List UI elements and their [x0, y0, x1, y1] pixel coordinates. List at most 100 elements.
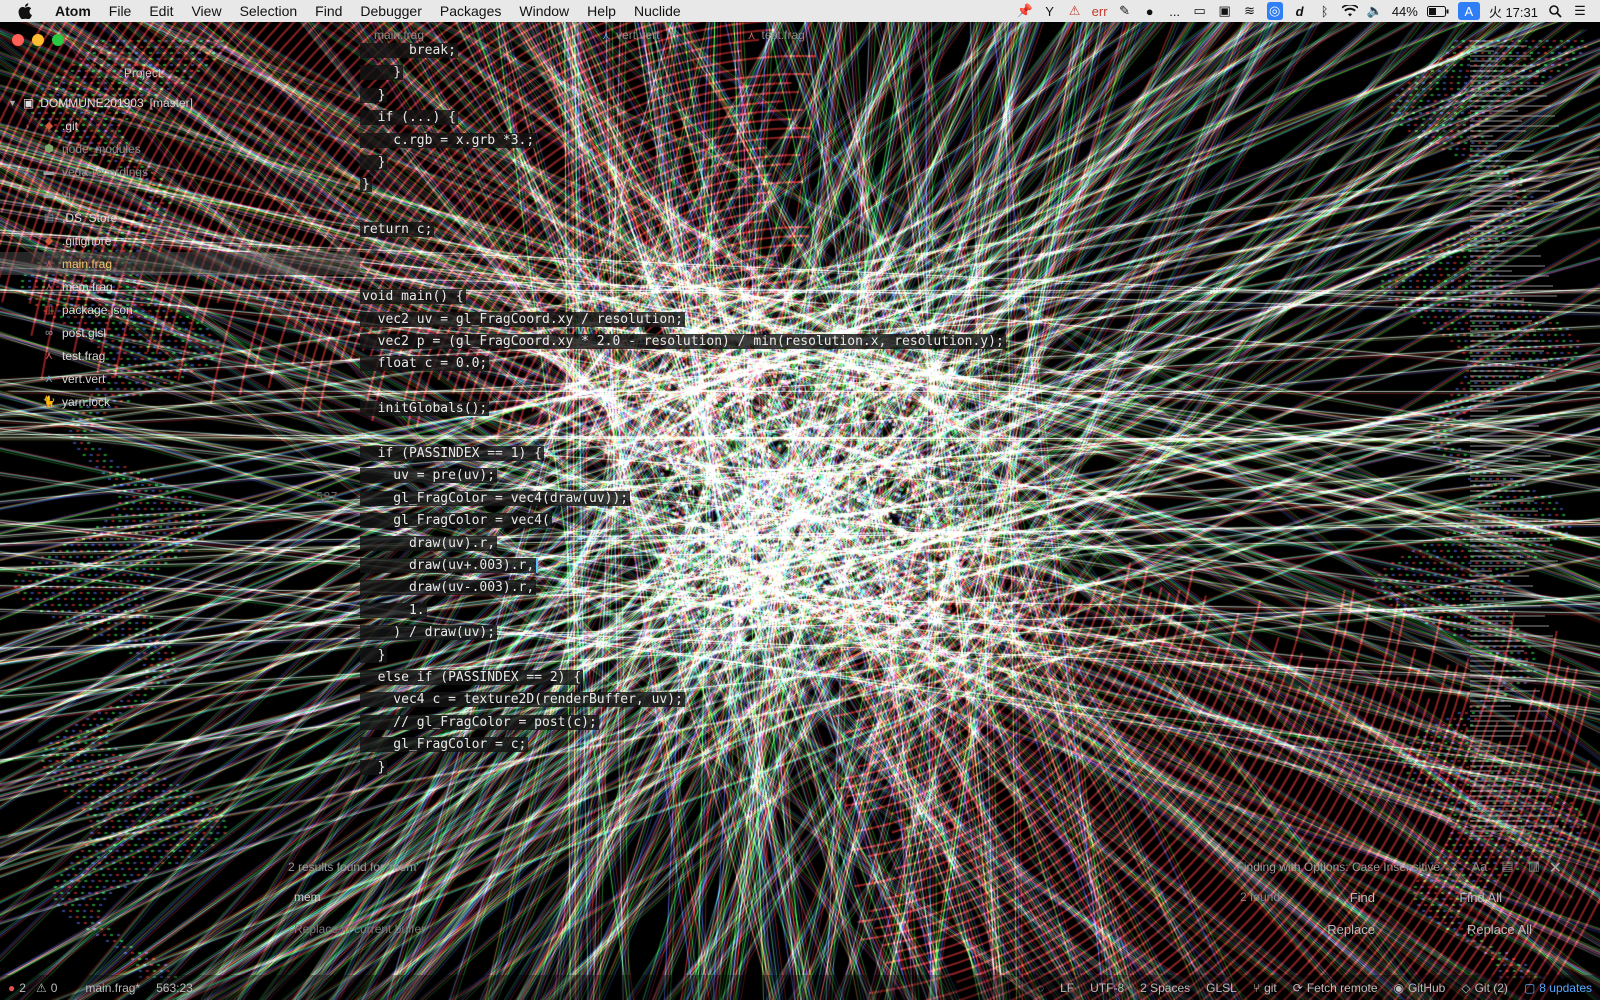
- code-line[interactable]: }: [360, 85, 1006, 107]
- code-line[interactable]: // gl_FragColor = post(c);: [360, 712, 1006, 734]
- battery-percent[interactable]: 44%: [1392, 2, 1418, 20]
- grammar-selector[interactable]: GLSL: [1198, 981, 1245, 995]
- close-find-panel-icon[interactable]: ✕: [1549, 858, 1562, 878]
- code-line[interactable]: }: [360, 645, 1006, 667]
- tree-item-mem-frag[interactable]: ⋏ mem.frag: [0, 275, 360, 298]
- github-tab-button[interactable]: ◉ GitHub: [1386, 981, 1454, 995]
- find-button[interactable]: Find: [1350, 890, 1375, 905]
- code-line[interactable]: uv = pre(uv);: [360, 465, 1006, 487]
- cursor-position[interactable]: 563:23: [148, 981, 201, 995]
- code-line[interactable]: return c;: [360, 219, 1006, 241]
- code-line[interactable]: vec2 uv = gl_FragCoord.xy / resolution;: [360, 309, 1006, 331]
- code-line[interactable]: }: [360, 62, 1006, 84]
- menu-find[interactable]: Find: [306, 0, 351, 22]
- tree-item-ds-store[interactable]: ▤ .DS_Store: [0, 206, 360, 229]
- encoding-selector[interactable]: UTF-8: [1082, 981, 1132, 995]
- git-branch-selector[interactable]: ⑂ git: [1245, 981, 1285, 995]
- replace-all-button[interactable]: Replace All: [1467, 922, 1532, 937]
- code-line[interactable]: gl_FragColor = vec4(draw(uv));: [360, 488, 1006, 510]
- code-line[interactable]: void main() {: [360, 286, 1006, 308]
- spotlight-search-icon[interactable]: [1547, 2, 1563, 20]
- whole-word-toggle-icon[interactable]: ▥: [1528, 858, 1540, 874]
- tree-item-main-frag[interactable]: ⋏ main.frag: [0, 252, 360, 275]
- code-editor[interactable]: break; } } if (...) { c.rgb = x.grb *3.;…: [360, 40, 1006, 779]
- menu-view[interactable]: View: [182, 0, 230, 22]
- indent-selector[interactable]: 2 Spaces: [1132, 981, 1198, 995]
- code-line[interactable]: }: [360, 152, 1006, 174]
- code-line[interactable]: c.rgb = x.grb *3.;: [360, 130, 1006, 152]
- y-status[interactable]: Y: [1042, 2, 1058, 20]
- windows-icon[interactable]: ▣: [1217, 2, 1233, 20]
- clock[interactable]: 火 17:31: [1489, 2, 1538, 20]
- chevron-right-icon[interactable]: ›: [26, 144, 36, 154]
- tree-item-vj[interactable]: › ▬ vj: [0, 183, 360, 206]
- menu-edit[interactable]: Edit: [140, 0, 182, 22]
- line-ending-selector[interactable]: LF: [1052, 981, 1082, 995]
- tree-item-test-frag[interactable]: ⋏ test.frag: [0, 344, 360, 367]
- tree-item-veda-recordings[interactable]: › ▬ veda-recordings: [0, 160, 360, 183]
- code-line[interactable]: draw(uv+.003).r,: [360, 555, 1006, 577]
- tree-item-package-json[interactable]: ▥ package.json: [0, 298, 360, 321]
- battery-icon[interactable]: [1426, 2, 1449, 20]
- wifi-icon[interactable]: [1341, 2, 1358, 20]
- regex-toggle-icon[interactable]: .*: [1449, 859, 1458, 874]
- code-line[interactable]: [360, 421, 1006, 443]
- code-line[interactable]: ) / draw(uv);: [360, 622, 1006, 644]
- dash-d-icon[interactable]: d: [1292, 2, 1308, 20]
- find-input[interactable]: mem: [294, 890, 321, 904]
- code-line[interactable]: draw(uv).r,: [360, 533, 1006, 555]
- record-icon[interactable]: ●: [1142, 2, 1158, 20]
- bluetooth-icon[interactable]: ᛒ: [1317, 2, 1333, 20]
- notification-center-icon[interactable]: ☰: [1572, 2, 1588, 20]
- code-line[interactable]: else if (PASSINDEX == 2) {: [360, 667, 1006, 689]
- code-line[interactable]: if (PASSINDEX == 1) {: [360, 443, 1006, 465]
- code-line[interactable]: draw(uv-.003).r,: [360, 577, 1006, 599]
- replace-input[interactable]: Replace in current buffer: [294, 922, 425, 936]
- code-line[interactable]: [360, 242, 1006, 264]
- browser-icon[interactable]: ◎: [1266, 2, 1283, 20]
- chevron-right-icon[interactable]: ›: [26, 121, 36, 131]
- code-line[interactable]: [360, 197, 1006, 219]
- maximize-window-button[interactable]: [52, 34, 64, 46]
- menu-window[interactable]: Window: [510, 0, 578, 22]
- apple-icon[interactable]: [16, 2, 34, 20]
- code-line[interactable]: float c = 0.0;: [360, 353, 1006, 375]
- code-line[interactable]: [360, 376, 1006, 398]
- replace-button[interactable]: Replace: [1327, 922, 1375, 937]
- code-line[interactable]: break;: [360, 40, 1006, 62]
- display-icon[interactable]: ▭: [1192, 2, 1208, 20]
- code-line[interactable]: initGlobals();: [360, 398, 1006, 420]
- chevron-right-icon[interactable]: ›: [26, 190, 36, 200]
- pen-icon[interactable]: ✎: [1117, 2, 1133, 20]
- current-file-name[interactable]: main.frag*: [77, 981, 148, 995]
- minimize-window-button[interactable]: [32, 34, 44, 46]
- warning-icon[interactable]: ⚠: [1067, 2, 1083, 20]
- code-line[interactable]: if (...) {: [360, 107, 1006, 129]
- code-line[interactable]: vec4 c = texture2D(renderBuffer, uv);: [360, 689, 1006, 711]
- case-sensitive-toggle-icon[interactable]: Aa: [1472, 859, 1488, 874]
- tree-item-vert-vert[interactable]: ⋏ vert.vert: [0, 367, 360, 390]
- chevron-right-icon[interactable]: ›: [26, 167, 36, 177]
- tree-item-git[interactable]: › ◆ .git: [0, 114, 360, 137]
- menu-help[interactable]: Help: [578, 0, 625, 22]
- more-status[interactable]: ...: [1167, 2, 1183, 20]
- code-line[interactable]: gl_FragColor = c;: [360, 734, 1006, 756]
- waves-icon[interactable]: ≋: [1242, 2, 1258, 20]
- code-line[interactable]: gl_FragColor = vec4(: [360, 510, 1006, 532]
- menu-app-atom[interactable]: Atom: [46, 0, 100, 22]
- selection-only-toggle-icon[interactable]: ▤: [1501, 858, 1513, 874]
- fetch-button[interactable]: ⟳ Fetch remote: [1285, 981, 1386, 995]
- code-line[interactable]: vec2 p = (gl_FragCoord.xy * 2.0 - resolu…: [360, 331, 1006, 353]
- code-line[interactable]: }: [360, 757, 1006, 779]
- minimap[interactable]: [1470, 40, 1570, 860]
- package-updates-button[interactable]: ▢ 8 updates: [1516, 981, 1600, 995]
- volume-icon[interactable]: 🔈: [1367, 2, 1383, 20]
- err-status[interactable]: err: [1092, 2, 1108, 20]
- tree-item-node-modules[interactable]: › ⬢ node_modules: [0, 137, 360, 160]
- tree-item-yarn-lock[interactable]: 🐈 yarn.lock: [0, 390, 360, 413]
- menu-file[interactable]: File: [100, 0, 141, 22]
- code-line[interactable]: [360, 264, 1006, 286]
- close-window-button[interactable]: [12, 34, 24, 46]
- tree-item-gitignore[interactable]: ◆ .gitignore: [0, 229, 360, 252]
- find-all-button[interactable]: Find All: [1459, 890, 1502, 905]
